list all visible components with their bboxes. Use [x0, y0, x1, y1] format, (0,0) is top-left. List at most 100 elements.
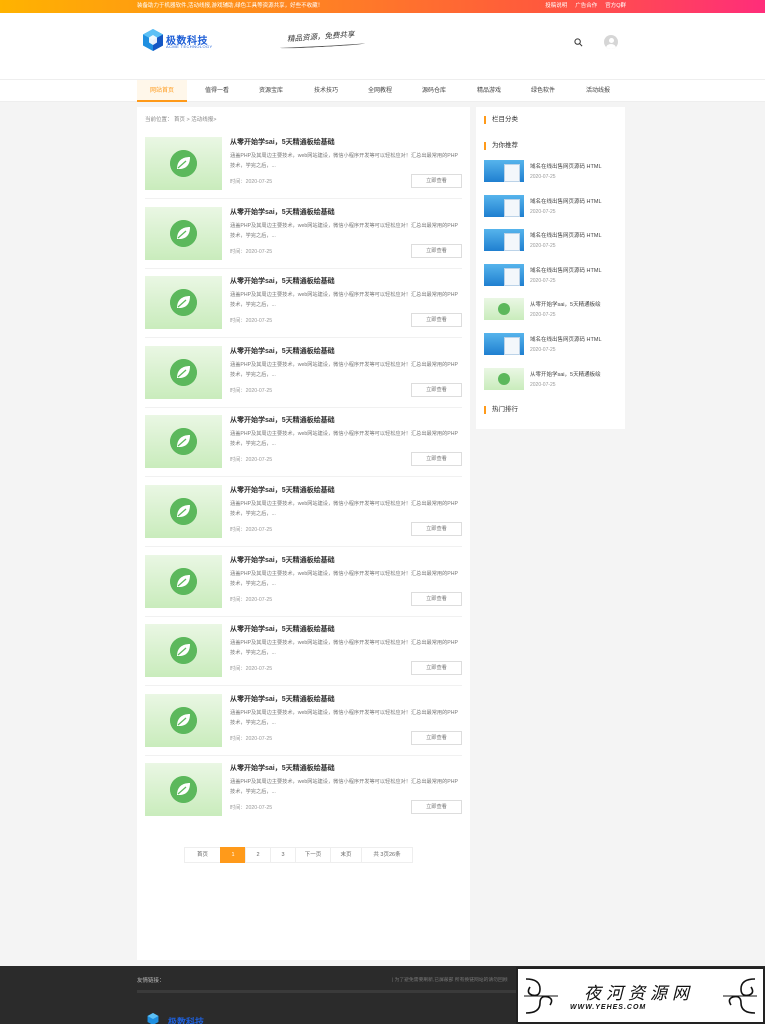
article-description: 涵盖PHP及其周边主要技术，web网站建设，微信小程序开发等可以轻松应对！汇总出…	[230, 431, 458, 447]
recommend-item[interactable]: 域名在线出售网页源码 HTML 2020-07-25	[484, 195, 621, 219]
article-item[interactable]: 从零开始学sai，5天精通板绘基础 涵盖PHP及其周边主要技术，web网站建设，微…	[145, 137, 462, 191]
recommend-title[interactable]: 域名在线出售网页源码 HTML	[530, 266, 602, 274]
article-thumbnail[interactable]	[145, 624, 222, 677]
article-thumbnail[interactable]	[145, 415, 222, 468]
avatar-body-shape	[606, 43, 616, 49]
leaf-icon	[170, 568, 197, 595]
article-title[interactable]: 从零开始学sai，5天精通板绘基础	[230, 276, 335, 286]
recommend-thumbnail[interactable]	[484, 368, 524, 390]
page-total: 共 3页26条	[361, 847, 413, 863]
article-item[interactable]: 从零开始学sai，5天精通板绘基础涵盖PHP及其周边主要技术，web网站建设，微…	[145, 276, 462, 330]
user-avatar[interactable]	[604, 35, 618, 49]
recommend-thumbnail[interactable]	[484, 264, 524, 286]
leaf-icon	[170, 359, 197, 386]
recommend-thumbnail[interactable]	[484, 298, 524, 320]
article-title[interactable]: 从零开始学sai，5天精通板绘基础	[230, 207, 335, 217]
leaf-icon	[170, 150, 197, 177]
leaf-icon	[170, 637, 197, 664]
article-item[interactable]: 从零开始学sai，5天精通板绘基础 涵盖PHP及其周边主要技术，web网站建设，微…	[145, 555, 462, 609]
article-thumbnail[interactable]	[145, 694, 222, 747]
announcement-text: 装备助力于机器软件,活动线报,游戏辅助,绿色工具等资源共享，好些不收藏！	[137, 3, 324, 9]
recommend-title[interactable]: 域名在线出售网页源码 HTML	[530, 231, 602, 239]
nav-item-resources[interactable]: 资源宝库	[246, 80, 296, 102]
recommend-title[interactable]: 域名在线出售网页源码 HTML	[530, 197, 602, 205]
recommend-item[interactable]: 从零开始学sai，5天精通板绘 2020-07-25	[484, 368, 621, 392]
article-item[interactable]: 从零开始学sai，5天精通板绘基础涵盖PHP及其周边主要技术，web网站建设，微…	[145, 415, 462, 469]
article-title[interactable]: 从零开始学sai，5天精通板绘基础	[230, 485, 335, 495]
page-next[interactable]: 下一页	[295, 847, 331, 863]
recommend-title[interactable]: 从零开始学sai，5天精通板绘	[530, 370, 601, 378]
article-item[interactable]: 从零开始学sai，5天精通板绘基础 涵盖PHP及其周边主要技术，web网站建设，微…	[145, 207, 462, 261]
view-now-button[interactable]: 立即查看	[411, 452, 462, 466]
logo-cube-icon[interactable]	[143, 29, 163, 51]
page-last[interactable]: 末页	[330, 847, 362, 863]
recommend-title[interactable]: 域名在线出售网页源码 HTML	[530, 335, 602, 343]
article-divider	[145, 268, 462, 269]
nav-item-tech-tips[interactable]: 技术技巧	[301, 80, 351, 102]
view-now-button[interactable]: 立即查看	[411, 383, 462, 397]
view-now-button[interactable]: 立即查看	[411, 800, 462, 814]
article-title[interactable]: 从零开始学sai，5天精通板绘基础	[230, 415, 335, 425]
view-now-button[interactable]: 立即查看	[411, 661, 462, 675]
view-now-button[interactable]: 立即查看	[411, 174, 462, 188]
recommend-thumbnail[interactable]	[484, 195, 524, 217]
recommend-title[interactable]: 域名在线出售网页源码 HTML	[530, 162, 602, 170]
submit-guide-link[interactable]: 投稿说明	[545, 0, 567, 13]
article-title[interactable]: 从零开始学sai，5天精通板绘基础	[230, 555, 335, 565]
article-item[interactable]: 从零开始学sai，5天精通板绘基础 涵盖PHP及其周边主要技术，web网站建设，微…	[145, 694, 462, 748]
sidebar: 栏目分类 为你推荐 域名在线出售网页源码 HTML 2020-07-25 域名在线出…	[476, 107, 625, 429]
recommend-item[interactable]: 从零开始学sai，5天精通板绘 2020-07-25	[484, 298, 621, 322]
page-1[interactable]: 1	[220, 847, 246, 863]
article-thumbnail[interactable]	[145, 485, 222, 538]
nav-item-home[interactable]: 网站首页	[137, 80, 187, 102]
search-icon[interactable]	[574, 38, 583, 47]
recommend-date: 2020-07-25	[530, 382, 556, 388]
recommend-item[interactable]: 域名在线出售网页源码 HTML 2020-07-25	[484, 160, 621, 184]
official-qq-group-link[interactable]: 官方Q群	[605, 0, 626, 13]
view-now-button[interactable]: 立即查看	[411, 731, 462, 745]
recommend-item[interactable]: 域名在线出售网页源码 HTML 2020-07-25	[484, 264, 621, 288]
recommend-thumbnail[interactable]	[484, 160, 524, 182]
article-title[interactable]: 从零开始学sai，5天精通板绘基础	[230, 763, 335, 773]
article-description: 涵盖PHP及其周边主要技术，web网站建设，微信小程序开发等可以轻松应对！汇总出…	[230, 292, 458, 308]
article-item[interactable]: 从零开始学sai，5天精通板绘基础 涵盖PHP及其周边主要技术，web网站建设，微…	[145, 763, 462, 817]
nav-item-worth-seeing[interactable]: 值得一看	[192, 80, 242, 102]
article-thumbnail[interactable]	[145, 555, 222, 608]
article-thumbnail[interactable]	[145, 137, 222, 190]
article-thumbnail[interactable]	[145, 763, 222, 816]
article-title[interactable]: 从零开始学sai，5天精通板绘基础	[230, 624, 335, 634]
recommend-date: 2020-07-25	[530, 347, 556, 353]
pagination: 首页 1 2 3 下一页 末页 共 3页26条	[184, 847, 413, 863]
nav-item-activity-news[interactable]: 活动线报	[573, 80, 623, 102]
ad-cooperation-link[interactable]: 广告合作	[575, 0, 597, 13]
recommend-thumbnail[interactable]	[484, 333, 524, 355]
view-now-button[interactable]: 立即查看	[411, 313, 462, 327]
nav-item-games[interactable]: 精品游戏	[464, 80, 514, 102]
article-item[interactable]: 从零开始学sai，5天精通板绘基础 涵盖PHP及其周边主要技术，web网站建设，微…	[145, 485, 462, 539]
leaf-icon	[170, 498, 197, 525]
site-header: 极数科技 ACME TECHNOLOGY 精品资源，免费共享	[0, 13, 765, 79]
article-title[interactable]: 从零开始学sai，5天精通板绘基础	[230, 137, 335, 147]
view-now-button[interactable]: 立即查看	[411, 592, 462, 606]
recommend-item[interactable]: 域名在线出售网页源码 HTML 2020-07-25	[484, 333, 621, 357]
recommend-thumbnail[interactable]	[484, 229, 524, 251]
article-item[interactable]: 从零开始学sai，5天精通板绘基础 涵盖PHP及其周边主要技术，web网站建设，微…	[145, 346, 462, 400]
nav-item-green-software[interactable]: 绿色软件	[518, 80, 568, 102]
page-first[interactable]: 首页	[184, 847, 221, 863]
nav-item-source-code[interactable]: 源码仓库	[409, 80, 459, 102]
nav-item-tutorials[interactable]: 全网教程	[355, 80, 405, 102]
recommend-title[interactable]: 从零开始学sai，5天精通板绘	[530, 300, 601, 308]
view-now-button[interactable]: 立即查看	[411, 522, 462, 536]
article-thumbnail[interactable]	[145, 207, 222, 260]
article-thumbnail[interactable]	[145, 346, 222, 399]
page-3[interactable]: 3	[270, 847, 296, 863]
article-time: 时间：2020-07-25	[230, 388, 273, 394]
article-thumbnail[interactable]	[145, 276, 222, 329]
article-title[interactable]: 从零开始学sai，5天精通板绘基础	[230, 694, 335, 704]
page-2[interactable]: 2	[245, 847, 271, 863]
article-item[interactable]: 从零开始学sai，5天精通板绘基础 涵盖PHP及其周边主要技术，web网站建设，微…	[145, 624, 462, 678]
recommend-item[interactable]: 域名在线出售网页源码 HTML 2020-07-25	[484, 229, 621, 253]
view-now-button[interactable]: 立即查看	[411, 244, 462, 258]
article-title[interactable]: 从零开始学sai，5天精通板绘基础	[230, 346, 335, 356]
article-time: 时间：2020-07-25	[230, 597, 273, 603]
